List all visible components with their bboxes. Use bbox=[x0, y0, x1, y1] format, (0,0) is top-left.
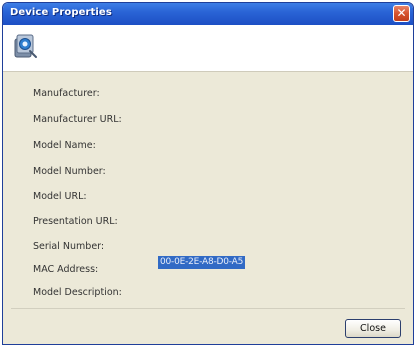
manufacturer-url-label: Manufacturer URL: bbox=[33, 114, 122, 125]
serial-number-label: Serial Number: bbox=[33, 241, 105, 252]
model-description-label: Model Description: bbox=[33, 287, 122, 298]
header-icon-area bbox=[3, 25, 413, 72]
mac-address-label: MAC Address: bbox=[33, 264, 99, 275]
title-bar[interactable]: Device Properties ✕ bbox=[3, 3, 413, 25]
model-name-label: Model Name: bbox=[33, 140, 96, 151]
model-url-label: Model URL: bbox=[33, 191, 87, 202]
footer-divider bbox=[11, 308, 405, 309]
close-window-icon[interactable]: ✕ bbox=[393, 5, 410, 22]
device-icon bbox=[14, 34, 37, 58]
device-properties-window: Device Properties ✕ Manufacturer: Manufa… bbox=[2, 2, 414, 345]
mac-address-value[interactable]: 00-0E-2E-A8-D0-A5 bbox=[158, 256, 246, 269]
manufacturer-label: Manufacturer: bbox=[33, 88, 100, 99]
presentation-url-label: Presentation URL: bbox=[33, 216, 118, 227]
close-button[interactable]: Close bbox=[345, 319, 401, 338]
model-number-label: Model Number: bbox=[33, 166, 106, 177]
properties-list: Manufacturer: Manufacturer URL: Model Na… bbox=[3, 72, 413, 308]
window-title: Device Properties bbox=[10, 7, 112, 18]
